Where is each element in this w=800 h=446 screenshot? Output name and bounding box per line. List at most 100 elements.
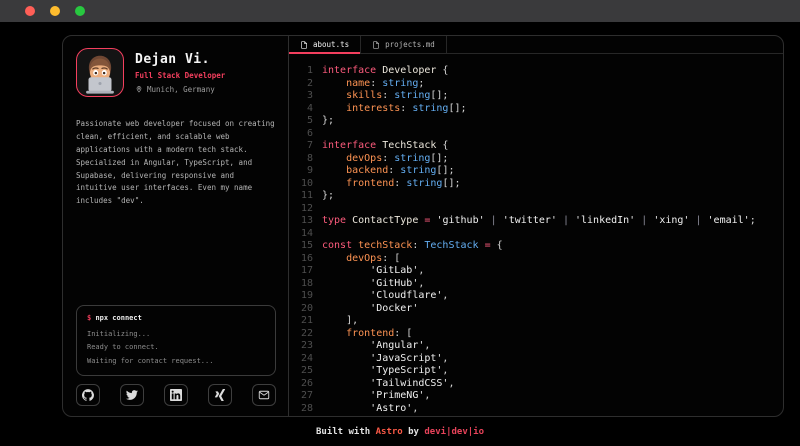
line-number: 6 xyxy=(296,128,313,141)
bio-text: Passionate web developer focused on crea… xyxy=(76,118,276,208)
code-line: 6 xyxy=(296,128,783,141)
title-bar xyxy=(0,0,800,22)
code-area: 1interface Developer {2 name: string;3 s… xyxy=(289,54,783,416)
code-line: 20 'Docker' xyxy=(296,303,783,316)
code-line: 22 frontend: [ xyxy=(296,328,783,341)
line-number: 5 xyxy=(296,115,313,128)
code-line: 9 backend: string[]; xyxy=(296,165,783,178)
profile-role: Full Stack Developer xyxy=(135,71,225,80)
zoom-button[interactable] xyxy=(75,6,85,16)
line-number: 25 xyxy=(296,365,313,378)
line-number: 18 xyxy=(296,278,313,291)
code-text: 'Angular', xyxy=(322,340,430,353)
code-text: interests: string[]; xyxy=(322,103,467,116)
code-text: 'GitLab', xyxy=(322,265,424,278)
line-number: 28 xyxy=(296,403,313,416)
editor-tab-projects-md[interactable]: projects.md xyxy=(361,36,447,53)
code-text: type ContactType = 'github' | 'twitter' … xyxy=(322,215,756,228)
code-line: 21 ], xyxy=(296,315,783,328)
line-number: 2 xyxy=(296,78,313,91)
code-line: 10 frontend: string[]; xyxy=(296,178,783,191)
code-text: 'JavaScript', xyxy=(322,353,448,366)
brand-text[interactable]: devi|dev|io xyxy=(424,427,484,437)
social-button-github[interactable] xyxy=(76,384,100,406)
social-button-email[interactable] xyxy=(252,384,276,406)
file-icon xyxy=(372,41,380,49)
file-icon xyxy=(300,41,308,49)
code-text: interface Developer { xyxy=(322,65,448,78)
line-number: 27 xyxy=(296,390,313,403)
terminal-widget: $ npx connect Initializing...Ready to co… xyxy=(76,305,276,376)
line-number: 19 xyxy=(296,290,313,303)
line-number: 14 xyxy=(296,228,313,241)
line-number: 21 xyxy=(296,315,313,328)
code-line: 13 type ContactType = 'github' | 'twitter… xyxy=(296,215,783,228)
terminal-output-line: Initializing... xyxy=(87,328,265,341)
line-number: 22 xyxy=(296,328,313,341)
code-line: 28 'Astro', xyxy=(296,403,783,416)
profile-name: Dejan Vi. xyxy=(135,52,225,67)
profile-header: Dejan Vi. Full Stack Developer Munich, G… xyxy=(76,48,276,97)
code-line: 25 'TypeScript', xyxy=(296,365,783,378)
code-text: 'PrimeNG', xyxy=(322,390,430,403)
code-line: 17 'GitLab', xyxy=(296,265,783,278)
line-number: 10 xyxy=(296,178,313,191)
code-line: 27 'PrimeNG', xyxy=(296,390,783,403)
code-line: 2 name: string; xyxy=(296,78,783,91)
editor-tab-about-ts[interactable]: about.ts xyxy=(289,36,361,53)
code-line: 24 'JavaScript', xyxy=(296,353,783,366)
code-line: 23 'Angular', xyxy=(296,340,783,353)
line-number: 4 xyxy=(296,103,313,116)
line-number: 16 xyxy=(296,253,313,266)
twitter-icon xyxy=(126,389,138,401)
code-line: 16 devOps: [ xyxy=(296,253,783,266)
code-text: 'TailwindCSS', xyxy=(322,378,454,391)
code-text: 'Docker' xyxy=(322,303,418,316)
astro-link[interactable]: Astro xyxy=(376,427,403,437)
code-line: 1 interface Developer { xyxy=(296,65,783,78)
code-text: const techStack: TechStack = { xyxy=(322,240,503,253)
code-line: 14 xyxy=(296,228,783,241)
line-number: 13 xyxy=(296,215,313,228)
code-line: 12 xyxy=(296,203,783,216)
line-number: 3 xyxy=(296,90,313,103)
profile-location: Munich, Germany xyxy=(135,85,225,94)
xing-icon xyxy=(214,389,226,401)
tab-label: projects.md xyxy=(385,40,435,49)
social-button-xing[interactable] xyxy=(208,384,232,406)
github-icon xyxy=(82,389,94,401)
line-number: 12 xyxy=(296,203,313,216)
location-text: Munich, Germany xyxy=(147,85,215,94)
terminal-output-line: Ready to connect. xyxy=(87,341,265,354)
close-button[interactable] xyxy=(25,6,35,16)
terminal-command: $ npx connect xyxy=(87,314,265,322)
code-text: }; xyxy=(322,115,334,128)
line-number: 1 xyxy=(296,65,313,78)
code-text: name: string; xyxy=(322,78,424,91)
line-number: 20 xyxy=(296,303,313,316)
line-number: 15 xyxy=(296,240,313,253)
code-text: ], xyxy=(322,315,358,328)
editor-panel: about.ts projects.md 1 interface Developer… xyxy=(289,36,783,416)
code-text: interface TechStack { xyxy=(322,140,448,153)
code-text: backend: string[]; xyxy=(322,165,454,178)
footer-text: Built with xyxy=(316,427,376,437)
line-number: 26 xyxy=(296,378,313,391)
code-text: 'Astro', xyxy=(322,403,418,416)
social-button-linkedin[interactable] xyxy=(164,384,188,406)
minimize-button[interactable] xyxy=(50,6,60,16)
line-number: 9 xyxy=(296,165,313,178)
code-text: 'TypeScript', xyxy=(322,365,448,378)
code-text: 'GitHub', xyxy=(322,278,424,291)
social-button-twitter[interactable] xyxy=(120,384,144,406)
code-text: }; xyxy=(322,190,334,203)
code-text: devOps: string[]; xyxy=(322,153,448,166)
map-pin-icon xyxy=(135,85,143,93)
terminal-output: Initializing...Ready to connect.Waiting … xyxy=(87,328,265,368)
tab-label: about.ts xyxy=(313,40,349,49)
code-line: 4 interests: string[]; xyxy=(296,103,783,116)
footer: Built with Astro by devi|dev|io xyxy=(0,417,800,446)
code-line: 8 devOps: string[]; xyxy=(296,153,783,166)
code-text: devOps: [ xyxy=(322,253,400,266)
code-line: 11}; xyxy=(296,190,783,203)
